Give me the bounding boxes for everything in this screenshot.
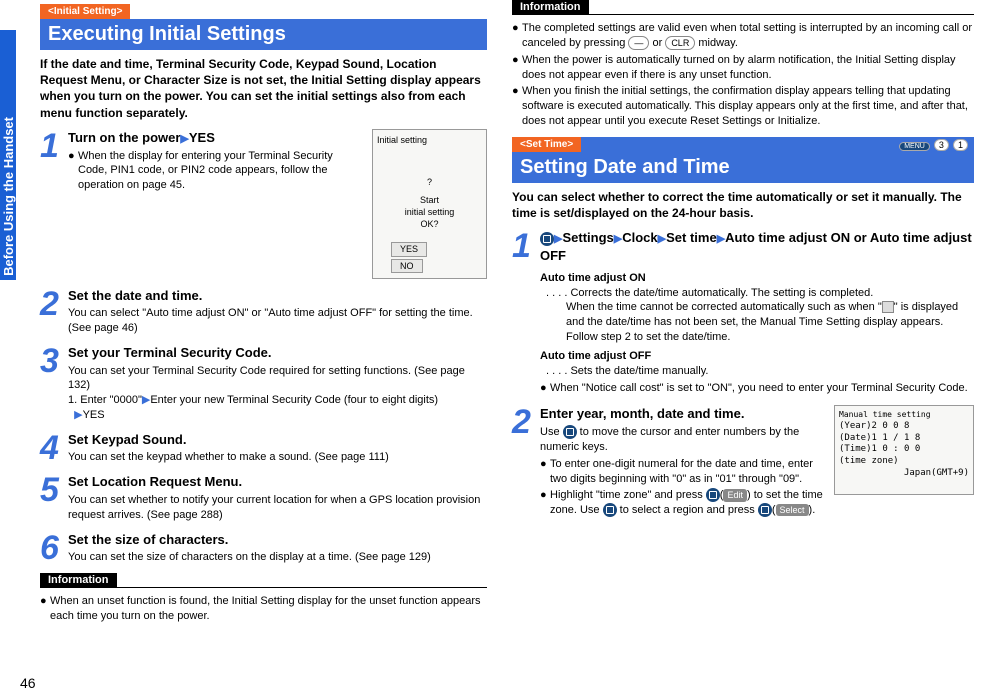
bullet: When the display for entering your Termi… [78,149,364,194]
info-bullet: When an unset function is found, the Ini… [50,594,487,624]
option-desc: . . . . Corrects the date/time automatic… [546,286,974,301]
step-body: You can set whether to notify your curre… [68,493,487,523]
chevron-right-icon: ▶ [614,233,622,245]
mail-key-icon [706,488,720,502]
shot-line: initial setting [377,206,482,218]
bullet: Highlight "time zone" and press (Edit) t… [550,488,826,518]
side-tab: Before Using the Handset [0,30,16,280]
shot-yes: YES [391,242,427,256]
chevron-right-icon: ▶ [74,409,82,421]
menu-code: 3 [934,139,949,151]
step-title: Set the size of characters. [68,531,487,549]
intro-text: You can select whether to correct the ti… [512,189,974,221]
option-label: Auto time adjust OFF [540,349,974,364]
step-body: You can set your Terminal Security Code … [68,364,487,394]
shot-line: OK? [377,218,482,230]
menu-key-icon: MENU [899,142,930,151]
step-number: 2 [512,405,540,520]
information-box: ●When an unset function is found, the In… [40,587,487,624]
information-label: Information [40,573,117,587]
step-6: 6 Set the size of characters. You can se… [40,531,487,565]
step-title: Set your Terminal Security Code. [68,344,487,362]
step-3: 3 Set your Terminal Security Code. You c… [40,344,487,423]
chevron-right-icon: ▶ [658,233,666,245]
step-title: Set the date and time. [68,287,487,305]
section-tag: <Set Time> [520,139,573,150]
shot-line: (Time)1 0 : 0 0 [839,444,969,456]
menu-key-icon [540,232,554,246]
shot-line: (time zone) [839,456,969,468]
page-number: 46 [20,675,36,691]
step-1: 1 Initial setting ? Start initial settin… [40,129,487,279]
chevron-right-icon: ▶ [717,233,725,245]
shot-line: Initial setting [377,134,482,146]
nav-key-icon [603,503,617,517]
information-box: ● The completed settings are valid even … [512,14,974,129]
edit-softkey: Edit [723,489,747,501]
step-number: 5 [40,473,68,522]
step-number: 6 [40,531,68,565]
right-column: Information ● The completed settings are… [502,0,1004,697]
step-body: You can set the keypad whether to make a… [68,450,487,465]
option-desc: . . . . Sets the date/time manually. [546,364,974,379]
step-4: 4 Set Keypad Sound. You can set the keyp… [40,431,487,465]
menu-code: 1 [953,139,968,151]
key-icon: — [628,36,649,50]
shot-line: (Year)2 0 0 8 [839,421,969,433]
step-2: 2 Set the date and time. You can select … [40,287,487,336]
step-body: You can set the size of characters on th… [68,550,487,565]
option-label: Auto time adjust ON [540,271,974,286]
info-bullet: When the power is automatically turned o… [522,53,974,83]
nav-key-icon [563,425,577,439]
information-label: Information [512,0,589,14]
step-number: 4 [40,431,68,465]
clock-icon [882,301,894,313]
shot-line: Start [377,194,482,206]
bullet: To enter one-digit numeral for the date … [550,457,826,487]
section-title: Executing Initial Settings [40,19,487,50]
step-title: Set Keypad Sound. [68,431,487,449]
shot-no: NO [391,259,423,273]
info-bullet: When you finish the initial settings, th… [522,84,974,129]
step-number: 3 [40,344,68,423]
section-title: Setting Date and Time [512,152,974,183]
shot-line: (Date)1 1 / 1 8 [839,433,969,445]
intro-text: If the date and time, Terminal Security … [40,56,487,121]
shot-line: Japan(GMT+9) [839,468,969,480]
sub-steps: 1. Enter "0000"▶Enter your new Terminal … [68,393,487,423]
right-step-1: 1 ▶Settings▶Clock▶Set time▶Auto time adj… [512,229,974,397]
step-body: You can select "Auto time adjust ON" or … [68,306,487,336]
step-number: 1 [512,229,540,397]
bullet: When "Notice call cost" is set to "ON", … [550,381,974,396]
select-softkey: Select [776,504,809,516]
option-body: When the time cannot be corrected automa… [566,300,974,345]
center-key-icon [758,503,772,517]
side-tab-label: Before Using the Handset [1,113,16,280]
step-number: 2 [40,287,68,336]
menu-codes: MENU 3 1 [892,137,974,153]
shot-line: Manual time setting [839,410,969,420]
step-title: ▶Settings▶Clock▶Set time▶Auto time adjus… [540,229,974,264]
chevron-right-icon: ▶ [180,133,188,145]
left-column: <Initial Setting> Executing Initial Sett… [0,0,502,697]
info-bullet: The completed settings are valid even wh… [522,21,974,51]
initial-setting-screenshot: Initial setting ? Start initial setting … [372,129,487,279]
clr-key-icon: CLR [665,36,695,50]
section-tag: <Initial Setting> [40,4,130,19]
step-title: Set Location Request Menu. [68,473,487,491]
step-5: 5 Set Location Request Menu. You can set… [40,473,487,522]
manual-time-screenshot: Manual time setting (Year)2 0 0 8 (Date)… [834,405,974,495]
step-number: 1 [40,129,68,279]
right-step-2: 2 Manual time setting (Year)2 0 0 8 (Dat… [512,405,974,520]
